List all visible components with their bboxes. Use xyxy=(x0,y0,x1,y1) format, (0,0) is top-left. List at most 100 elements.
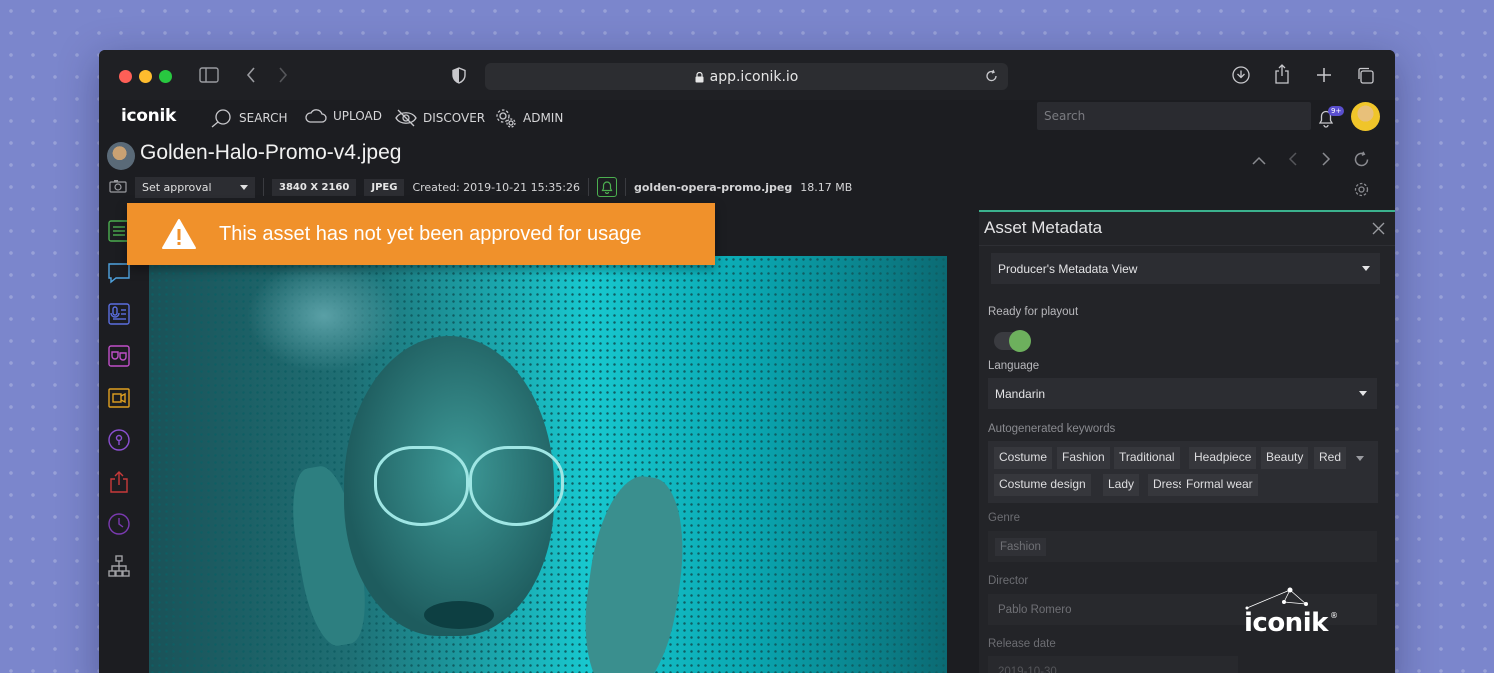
asset-preview-image[interactable] xyxy=(149,256,947,673)
panel-title: Asset Metadata xyxy=(984,218,1103,237)
keyword-chip[interactable]: Costume xyxy=(994,447,1053,469)
ready-for-playout-toggle[interactable] xyxy=(994,330,1031,352)
url-text: app.iconik.io xyxy=(709,68,799,85)
nav-search-label: SEARCH xyxy=(239,111,288,125)
language-select[interactable]: Mandarin xyxy=(988,378,1377,409)
back-icon[interactable] xyxy=(245,66,257,88)
file-size: 18.17 MB xyxy=(800,180,853,194)
nav-admin[interactable]: ADMIN xyxy=(495,108,563,128)
keyhole-icon xyxy=(108,429,130,451)
download-icon[interactable] xyxy=(1232,66,1250,88)
global-search-input[interactable] xyxy=(1037,102,1311,130)
image-content xyxy=(469,446,564,526)
rail-share-button[interactable] xyxy=(106,469,132,495)
rail-faces-button[interactable] xyxy=(106,343,132,369)
lock-icon xyxy=(695,71,704,83)
asset-info-bar: Set approval 3840 X 2160 JPEG Created: 2… xyxy=(109,176,852,198)
asset-title: Golden-Halo-Promo-v4.jpeg xyxy=(140,141,402,164)
rail-permissions-button[interactable] xyxy=(106,427,132,453)
ready-for-playout-label: Ready for playout xyxy=(988,306,1079,318)
director-value: Pablo Romero xyxy=(998,603,1072,616)
keyword-chip[interactable]: Beauty xyxy=(1261,447,1309,469)
keyword-chip[interactable]: Headpiece xyxy=(1189,447,1257,469)
keyword-chip[interactable]: Formal wear xyxy=(1181,474,1258,496)
keyword-chip[interactable]: Lady xyxy=(1103,474,1140,496)
divider xyxy=(625,178,626,196)
nav-discover[interactable]: DISCOVER xyxy=(395,108,485,128)
transcript-icon xyxy=(108,303,130,325)
search-icon xyxy=(211,109,231,128)
approval-warning-banner: This asset has not yet been approved for… xyxy=(127,203,715,265)
keyword-chip[interactable]: Traditional xyxy=(1114,447,1180,469)
asset-owner-avatar xyxy=(107,142,135,170)
nav-search[interactable]: SEARCH xyxy=(211,108,288,128)
image-content xyxy=(424,601,494,629)
keywords-field[interactable]: Costume Fashion Traditional Headpiece Be… xyxy=(988,441,1378,503)
metadata-view-select[interactable]: Producer's Metadata View xyxy=(991,253,1380,284)
rail-segments-button[interactable] xyxy=(106,385,132,411)
collapse-up-icon[interactable] xyxy=(1251,152,1267,171)
chevron-down-icon xyxy=(1362,266,1370,271)
approval-select-value: Set approval xyxy=(142,180,212,194)
divider xyxy=(263,178,264,196)
nav-upload[interactable]: UPLOAD xyxy=(305,108,382,124)
release-date-field[interactable]: 2019-10-30 xyxy=(988,656,1238,673)
forward-icon[interactable] xyxy=(277,66,289,88)
rail-relations-button[interactable] xyxy=(106,553,132,579)
browser-window: app.iconik.io iconik SEARCH UPLOAD DISCO… xyxy=(99,50,1395,673)
camera-icon[interactable] xyxy=(109,179,127,196)
approval-select[interactable]: Set approval xyxy=(135,176,255,198)
settings-icon[interactable] xyxy=(1353,181,1370,202)
export-icon xyxy=(110,471,128,493)
rail-transcription-button[interactable] xyxy=(106,301,132,327)
share-icon[interactable] xyxy=(1274,64,1290,88)
release-date-label: Release date xyxy=(988,638,1056,650)
iconik-logo[interactable]: iconik xyxy=(121,106,176,126)
genre-field[interactable]: Fashion xyxy=(988,531,1377,562)
language-value: Mandarin xyxy=(995,386,1046,401)
toggle-knob xyxy=(1009,330,1031,352)
original-filename: golden-opera-promo.jpeg xyxy=(634,180,793,194)
chevron-down-icon[interactable] xyxy=(1356,456,1364,461)
keyword-chip[interactable]: Costume design xyxy=(994,474,1091,496)
discover-icon xyxy=(395,109,417,127)
director-label: Director xyxy=(988,575,1029,587)
chevron-down-icon xyxy=(1359,391,1367,396)
sidebar-toggle-icon[interactable] xyxy=(199,67,219,87)
subscribe-bell-button[interactable] xyxy=(597,177,617,197)
reload-icon[interactable] xyxy=(985,69,998,87)
tabs-overview-icon[interactable] xyxy=(1356,66,1375,89)
new-tab-icon[interactable] xyxy=(1315,66,1333,88)
genre-label: Genre xyxy=(988,512,1020,524)
divider xyxy=(588,178,589,196)
keyword-chip[interactable]: Fashion xyxy=(1057,447,1110,469)
release-date-value: 2019-10-30 xyxy=(998,665,1057,673)
resolution-badge: 3840 X 2160 xyxy=(272,178,357,196)
rail-history-button[interactable] xyxy=(106,511,132,537)
refresh-icon[interactable] xyxy=(1353,151,1370,172)
nav-admin-label: ADMIN xyxy=(523,111,564,125)
hierarchy-icon xyxy=(108,555,130,577)
next-asset-icon[interactable] xyxy=(1320,151,1332,171)
iconik-brand-logo: iconik xyxy=(1244,608,1328,638)
minimize-window-button[interactable] xyxy=(139,70,152,83)
keywords-label: Autogenerated keywords xyxy=(988,423,1116,435)
nav-upload-label: UPLOAD xyxy=(333,109,382,123)
shield-icon[interactable] xyxy=(452,67,466,88)
user-avatar[interactable] xyxy=(1351,102,1380,131)
language-label: Language xyxy=(988,360,1040,372)
history-icon xyxy=(108,513,130,535)
address-bar[interactable]: app.iconik.io xyxy=(485,63,1008,90)
masks-icon xyxy=(108,345,130,367)
metadata-view-value: Producer's Metadata View xyxy=(998,261,1138,276)
close-icon[interactable] xyxy=(1372,220,1385,239)
cloud-upload-icon xyxy=(305,109,327,123)
video-segment-icon xyxy=(108,388,130,408)
nav-discover-label: DISCOVER xyxy=(423,111,486,125)
asset-metadata-panel: Asset Metadata Producer's Metadata View … xyxy=(979,210,1395,673)
maximize-window-button[interactable] xyxy=(159,70,172,83)
keyword-chip[interactable]: Red xyxy=(1314,447,1347,469)
genre-value: Fashion xyxy=(995,537,1046,556)
previous-asset-icon[interactable] xyxy=(1287,151,1299,171)
close-window-button[interactable] xyxy=(119,70,132,83)
